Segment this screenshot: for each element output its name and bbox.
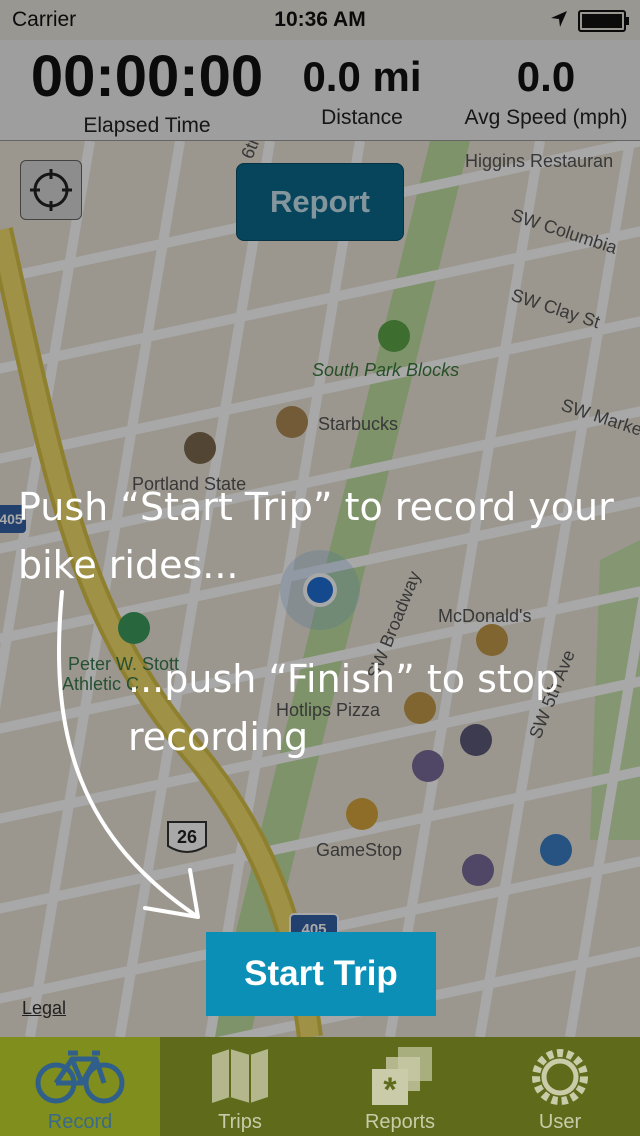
tab-reports[interactable]: * Reports [320, 1037, 480, 1136]
tab-record-label: Record [47, 1111, 113, 1133]
gear-icon [532, 1049, 588, 1105]
start-trip-button[interactable]: Start Trip [206, 932, 436, 1016]
tab-trips-label: Trips [218, 1111, 262, 1133]
tab-record[interactable]: Record [0, 1037, 160, 1136]
tab-reports-label: Reports [364, 1111, 436, 1133]
tab-user[interactable]: User [480, 1037, 640, 1136]
tab-bar: Record Trips * Reports User [0, 1037, 640, 1136]
tab-trips[interactable]: Trips [160, 1037, 320, 1136]
map-icon [212, 1049, 268, 1103]
reports-icon: * [372, 1047, 432, 1109]
svg-text:*: * [383, 1071, 397, 1109]
bicycle-icon [35, 1050, 125, 1104]
tab-user-label: User [538, 1111, 582, 1133]
